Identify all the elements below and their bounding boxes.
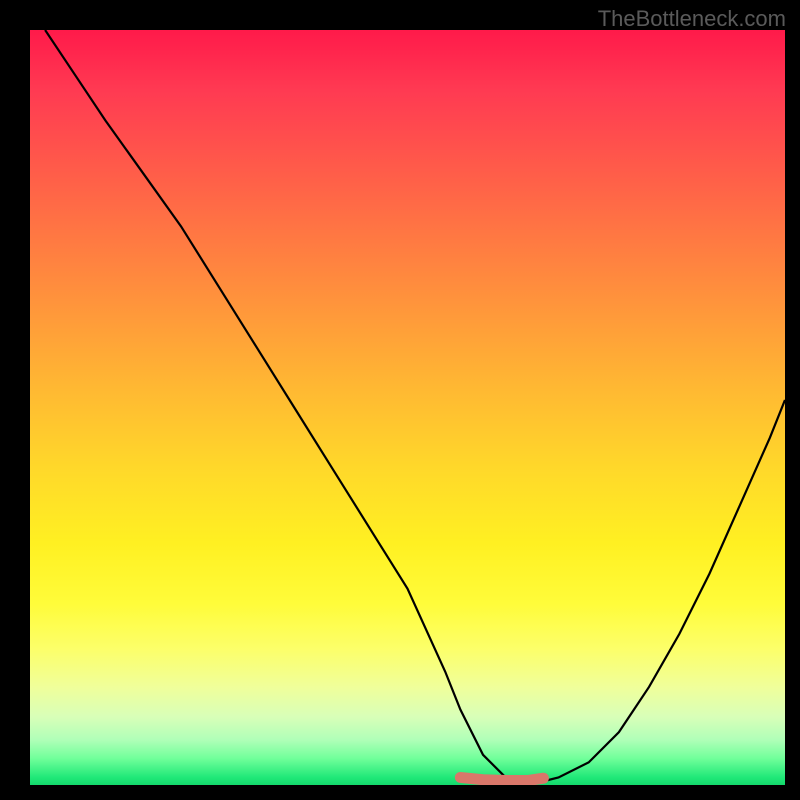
chart-container: TheBottleneck.com: [0, 0, 800, 800]
bottleneck-curve: [45, 30, 785, 781]
plot-area: [30, 30, 785, 785]
watermark-text: TheBottleneck.com: [598, 6, 786, 32]
curve-svg: [30, 30, 785, 785]
flat-marker: [460, 777, 543, 780]
